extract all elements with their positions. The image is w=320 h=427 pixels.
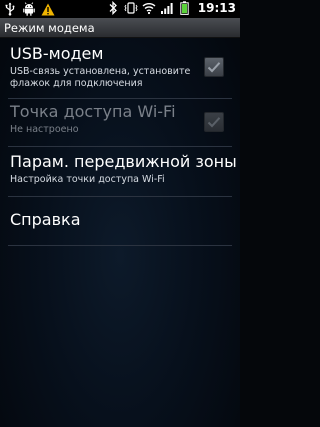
status-bar: 19:13	[0, 0, 240, 18]
battery-icon	[178, 1, 192, 15]
clock: 19:13	[197, 1, 236, 15]
list-item-usb-tethering[interactable]: USB-модем USB-связь установлена, установ…	[0, 38, 240, 99]
vibrate-icon	[124, 1, 138, 15]
usb-tethering-summary: USB-связь установлена, установите флажок…	[10, 66, 191, 89]
wifi-hotspot-summary: Не настроено	[10, 124, 79, 135]
divider	[8, 245, 232, 246]
hotspot-settings-title: Парам. передвижной зоны	[10, 152, 237, 171]
list-item-hotspot-settings[interactable]: Парам. передвижной зоны Настройка точки …	[0, 147, 240, 197]
hotspot-settings-summary: Настройка точки доступа Wi-Fi	[10, 174, 165, 185]
screen: 19:13 Режим модема USB-модем USB-связь у…	[0, 0, 240, 427]
signal-icon	[160, 1, 174, 15]
list-item-help[interactable]: Справка	[0, 197, 240, 246]
title-bar: Режим модема	[0, 18, 240, 38]
usb-tethering-title: USB-модем	[10, 44, 104, 63]
warning-icon[interactable]	[41, 2, 55, 16]
check-icon	[207, 62, 221, 73]
wifi-hotspot-checkbox	[204, 112, 224, 132]
page-title: Режим модема	[4, 21, 95, 35]
notification-icons	[3, 2, 55, 16]
bluetooth-icon	[106, 1, 120, 15]
wifi-icon	[142, 1, 156, 15]
settings-list: USB-модем USB-связь установлена, установ…	[0, 38, 240, 246]
system-icons: 19:13	[106, 1, 236, 15]
help-title: Справка	[10, 210, 81, 229]
check-icon	[207, 117, 221, 128]
wifi-hotspot-title: Точка доступа Wi-Fi	[10, 102, 176, 121]
usb-tethering-checkbox[interactable]	[204, 57, 224, 77]
android-debug-icon[interactable]	[22, 2, 36, 16]
list-item-wifi-hotspot: Точка доступа Wi-Fi Не настроено	[0, 99, 240, 147]
usb-icon[interactable]	[3, 2, 17, 16]
